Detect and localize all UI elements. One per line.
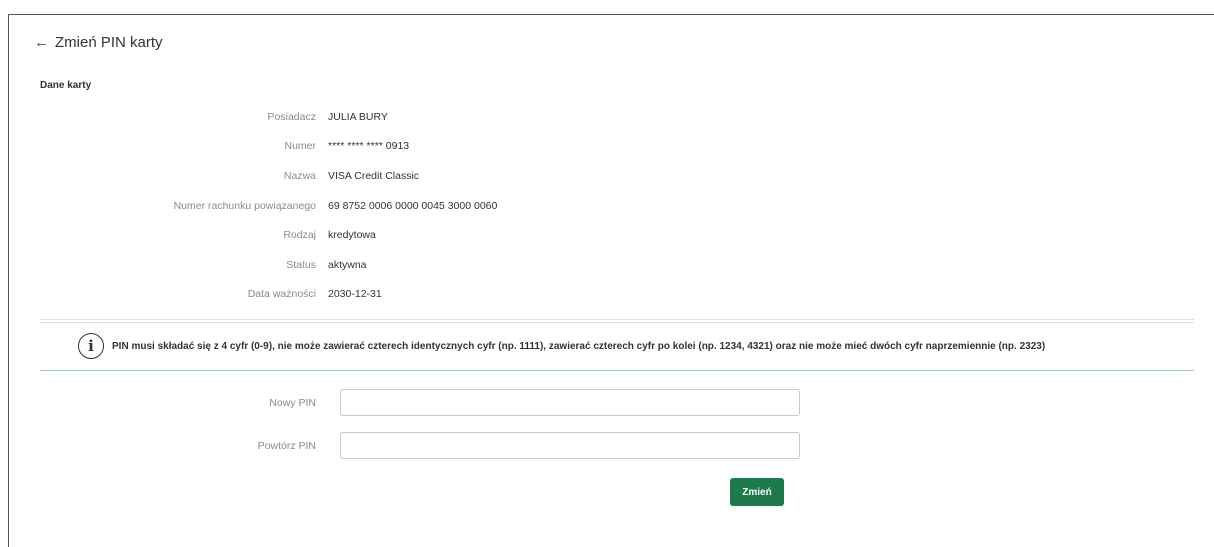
new-pin-input[interactable]: [340, 389, 800, 416]
divider: [40, 322, 1194, 323]
detail-row-status: Status aktywna: [0, 259, 700, 279]
detail-label: Nazwa: [283, 170, 316, 182]
detail-row-name: Nazwa VISA Credit Classic: [0, 170, 700, 190]
detail-value: **** **** **** 0913: [328, 140, 410, 152]
info-icon: i: [78, 333, 104, 359]
repeat-pin-row: Powtórz PIN: [0, 432, 800, 462]
section-title: Dane karty: [40, 80, 92, 91]
back-arrow-icon[interactable]: ←: [34, 34, 49, 51]
divider: [40, 319, 1194, 320]
divider: [40, 370, 1194, 371]
detail-row-expiry: Data ważności 2030-12-31: [0, 288, 700, 308]
detail-label: Numer: [284, 140, 316, 152]
detail-row-account: Numer rachunku powiązanego 69 8752 0006 …: [0, 200, 700, 220]
detail-row-holder: Posiadacz JULIA BURY: [0, 111, 700, 131]
detail-value: 69 8752 0006 0000 0045 3000 0060: [328, 200, 498, 212]
pin-rules-info: i PIN musi składać się z 4 cyfr (0-9), n…: [78, 333, 1045, 359]
detail-row-type: Rodzaj kredytowa: [0, 229, 700, 249]
detail-value: aktywna: [328, 259, 367, 271]
detail-label: Rodzaj: [283, 229, 316, 241]
detail-label: Numer rachunku powiązanego: [173, 200, 316, 212]
content-frame: [8, 14, 1214, 547]
page-header: ← Zmień PIN karty: [34, 34, 163, 51]
new-pin-row: Nowy PIN: [0, 389, 800, 419]
pin-rules-text: PIN musi składać się z 4 cyfr (0-9), nie…: [112, 340, 1046, 352]
detail-value: kredytowa: [328, 229, 376, 241]
detail-label: Status: [286, 259, 316, 271]
detail-value: JULIA BURY: [328, 111, 388, 123]
repeat-pin-input[interactable]: [340, 432, 800, 459]
detail-value: 2030-12-31: [328, 288, 382, 300]
new-pin-label: Nowy PIN: [269, 397, 316, 409]
detail-row-number: Numer **** **** **** 0913: [0, 140, 700, 160]
detail-value: VISA Credit Classic: [328, 170, 420, 182]
repeat-pin-label: Powtórz PIN: [257, 440, 316, 452]
page-title: Zmień PIN karty: [55, 34, 163, 51]
detail-label: Data ważności: [247, 288, 316, 300]
change-pin-button[interactable]: Zmień: [730, 478, 784, 506]
detail-label: Posiadacz: [267, 111, 316, 123]
